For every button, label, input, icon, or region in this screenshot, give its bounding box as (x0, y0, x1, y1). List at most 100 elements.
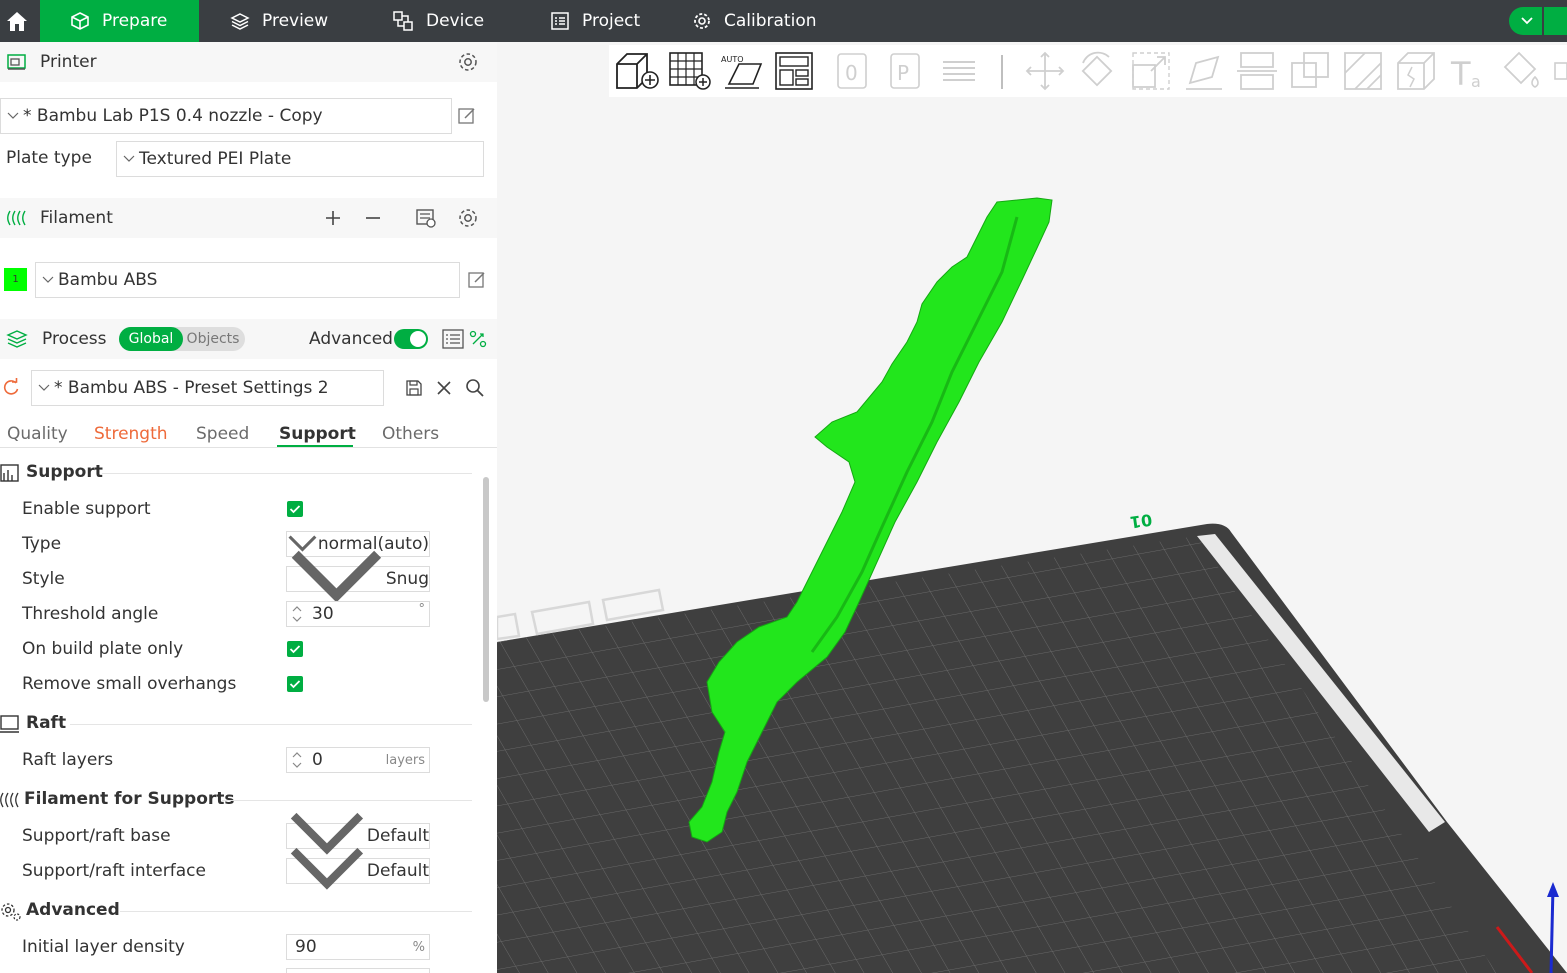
tab-speed[interactable]: Speed (196, 424, 249, 444)
rotate-icon[interactable] (1075, 49, 1119, 93)
tab-preview[interactable]: Preview (230, 0, 328, 42)
advanced-toggle[interactable] (394, 329, 428, 349)
filament-for-supports-group-title: Filament for Supports (24, 789, 235, 809)
remove-small-overhangs-checkbox[interactable] (287, 676, 303, 692)
percent-unit: % (412, 939, 425, 955)
close-icon[interactable] (436, 380, 452, 396)
tab-label: Project (582, 11, 641, 31)
next-setting-field[interactable] (286, 968, 430, 973)
advanced-group-title: Advanced (26, 900, 120, 920)
raft-layers-value: 0 (312, 750, 323, 770)
advanced-group-icon (1, 903, 21, 921)
auto-orient-icon[interactable]: AUTO (719, 50, 765, 92)
search-icon[interactable] (465, 378, 485, 398)
filament-select[interactable]: Bambu ABS (35, 262, 460, 298)
printer-preset-select[interactable]: * Bambu Lab P1S 0.4 nozzle - Copy (0, 98, 452, 134)
chevron-down-icon (7, 112, 19, 119)
top-navigation-bar: Prepare Preview Device Project Calibrati… (0, 0, 1567, 42)
z-axis (1549, 886, 1555, 973)
support-paint-icon[interactable] (1341, 49, 1385, 93)
minus-icon[interactable] (364, 209, 382, 227)
initial-layer-density-input[interactable]: 90 % (286, 934, 430, 960)
tab-project[interactable]: Project (550, 0, 640, 42)
home-button[interactable] (0, 0, 34, 42)
toolbar-divider (1001, 55, 1003, 89)
tab-device[interactable]: Device (392, 0, 484, 42)
check-icon (289, 680, 301, 689)
toggle-objects[interactable]: Objects (185, 327, 241, 351)
remove-small-overhangs-label: Remove small overhangs (22, 674, 237, 694)
on-build-plate-only-checkbox[interactable] (287, 641, 303, 657)
tab-label: Preview (262, 11, 329, 31)
list-view-icon[interactable] (442, 329, 464, 349)
compare-icon[interactable] (469, 330, 487, 348)
filament-slot-color[interactable]: 1 (4, 268, 27, 291)
arrange-icon[interactable] (773, 50, 815, 92)
tabs-divider (0, 447, 497, 448)
plus-icon[interactable] (324, 209, 342, 227)
plate-type-label: Plate type (6, 148, 92, 168)
sidebar-scrollbar[interactable] (483, 477, 489, 702)
calibration-icon (694, 13, 710, 29)
orient-icon[interactable]: 0 (834, 50, 870, 92)
group-divider (120, 911, 472, 912)
global-objects-toggle[interactable]: Global Objects (119, 327, 245, 351)
tab-quality[interactable]: Quality (7, 424, 68, 444)
filament-sync-icon[interactable] (415, 207, 437, 229)
viewport-toolbar: AUTO 0 P Ta (609, 45, 1567, 97)
plate-type-select[interactable]: Textured PEI Plate (116, 141, 484, 177)
toggle-knob (410, 331, 426, 347)
support-raft-interface-label: Support/raft interface (22, 861, 206, 881)
edit-icon[interactable] (457, 106, 477, 126)
svg-text:AUTO: AUTO (721, 55, 744, 64)
lay-on-face-icon[interactable] (1182, 49, 1226, 93)
threshold-angle-value: 30 (312, 604, 334, 624)
cut-icon[interactable] (1235, 49, 1279, 93)
process-section-header: Process Global Objects Advanced (0, 319, 497, 359)
tab-support[interactable]: Support (279, 424, 356, 444)
paint-p-icon[interactable]: P (887, 50, 925, 92)
build-plate-scene: 01 (497, 197, 1567, 973)
support-raft-interface-select[interactable]: Default (286, 848, 430, 890)
filament-icon (7, 210, 26, 226)
tab-others[interactable]: Others (382, 424, 439, 444)
spin-arrows-icon[interactable] (290, 603, 304, 625)
layers-icon (230, 13, 250, 30)
slice-dropdown-button[interactable] (1509, 7, 1567, 35)
scale-icon[interactable] (1129, 49, 1173, 93)
threshold-angle-input[interactable]: 30 ° (286, 601, 430, 627)
spin-arrows-icon[interactable] (290, 749, 304, 771)
seam-paint-icon[interactable] (1394, 49, 1438, 93)
move-icon[interactable] (1023, 49, 1067, 93)
toggle-global[interactable]: Global (119, 327, 183, 351)
add-plate-icon[interactable] (667, 50, 713, 92)
tab-strength[interactable]: Strength (94, 424, 168, 444)
filament-title: Filament (40, 208, 113, 228)
edit-icon[interactable] (467, 270, 487, 290)
tab-prepare[interactable]: Prepare (40, 0, 199, 42)
text-tool-icon[interactable]: Ta (1447, 49, 1491, 93)
raft-layers-input[interactable]: 0 layers (286, 747, 430, 773)
boolean-icon[interactable] (1288, 49, 1332, 93)
support-group-title: Support (26, 462, 103, 482)
process-preset-select[interactable]: * Bambu ABS - Preset Settings 2 (31, 370, 384, 406)
save-icon[interactable] (405, 379, 423, 397)
home-icon (7, 12, 27, 31)
support-style-select[interactable]: Snug (286, 550, 430, 603)
printer-section-header: Printer (0, 42, 497, 82)
more-tools-icon[interactable] (1553, 49, 1567, 93)
enable-support-checkbox[interactable] (287, 501, 303, 517)
process-preset-value: * Bambu ABS - Preset Settings 2 (54, 378, 329, 398)
add-object-icon[interactable] (613, 50, 661, 92)
build-plate-grid (497, 536, 1497, 973)
color-paint-icon[interactable] (1499, 49, 1543, 93)
gear-icon[interactable] (457, 207, 479, 229)
layers-list-icon[interactable] (941, 50, 977, 92)
support-raft-interface-value: Default (366, 861, 429, 881)
reset-icon[interactable] (1, 377, 21, 397)
filament-supports-group-icon (0, 792, 19, 808)
3d-viewport[interactable]: 01 AUTO 0 P Ta (497, 42, 1567, 973)
z-axis-arrow (1547, 882, 1559, 897)
gear-icon[interactable] (457, 51, 479, 73)
tab-calibration[interactable]: Calibration (692, 0, 817, 42)
